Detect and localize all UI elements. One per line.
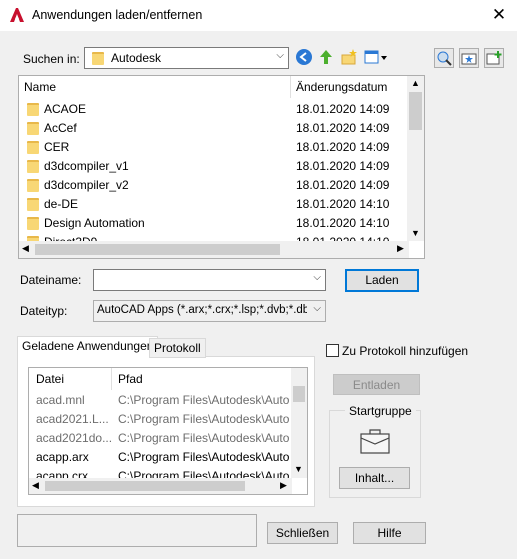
folder-icon (27, 160, 39, 173)
back-icon[interactable] (294, 48, 314, 68)
views-menu-icon[interactable] (363, 48, 389, 68)
file-date: 18.01.2020 14:10 (296, 197, 390, 211)
file-list-horizontal-scrollbar[interactable]: ◀ ▶ (19, 241, 409, 258)
load-button[interactable]: Laden (345, 269, 419, 292)
column-divider[interactable] (290, 76, 291, 98)
web-search-icon[interactable] (434, 48, 454, 68)
app-row[interactable]: acad2021do... C:\Program Files\Autodesk\A… (29, 429, 292, 448)
app-path: C:\Program Files\Autodesk\AutoCA... (118, 431, 290, 445)
lookin-label: Suchen in: (23, 52, 80, 66)
filename-label: Dateiname: (20, 273, 82, 287)
favorites-folder-icon[interactable] (459, 48, 479, 68)
lookin-value: Autodesk (111, 51, 162, 65)
app-file: acapp.arx (36, 450, 89, 464)
file-date: 18.01.2020 14:09 (296, 102, 390, 116)
scroll-thumb[interactable] (409, 92, 422, 130)
scroll-thumb[interactable] (35, 244, 280, 255)
add-to-favorites-icon[interactable] (484, 48, 504, 68)
filetype-label: Dateityp: (20, 304, 68, 318)
folder-icon (27, 122, 39, 135)
file-row[interactable]: Design Automation 18.01.2020 14:10 (19, 214, 409, 233)
file-date: 18.01.2020 14:10 (296, 216, 390, 230)
file-name: AcCef (44, 121, 77, 135)
log-checkbox-label[interactable]: Zu Protokoll hinzufügen (342, 344, 468, 358)
new-folder-icon[interactable] (339, 48, 359, 68)
briefcase-icon (360, 429, 390, 454)
up-folder-icon[interactable] (316, 48, 336, 68)
file-row[interactable]: de-DE 18.01.2020 14:10 (19, 195, 409, 214)
filetype-select[interactable]: AutoCAD Apps (*.arx;*.crx;*.lsp;*.dvb;*.… (93, 300, 326, 322)
column-header-date[interactable]: Änderungsdatum (296, 76, 387, 98)
app-row[interactable]: acad2021.L... C:\Program Files\Autodesk\A… (29, 410, 292, 429)
file-date: 18.01.2020 14:09 (296, 121, 390, 135)
file-name: ACAOE (44, 102, 87, 116)
file-row[interactable]: AcCef 18.01.2020 14:09 (19, 119, 409, 138)
scroll-right-icon[interactable]: ▶ (397, 243, 404, 254)
lookin-combo[interactable]: Autodesk ⌵ (84, 47, 289, 69)
file-row[interactable]: CER 18.01.2020 14:09 (19, 138, 409, 157)
file-row[interactable]: d3dcompiler_v1 18.01.2020 14:09 (19, 157, 409, 176)
scroll-thumb[interactable] (293, 386, 305, 402)
chevron-down-icon: ⌵ (276, 50, 284, 61)
chevron-down-icon: ⌵ (313, 303, 321, 314)
scroll-right-icon[interactable]: ▶ (280, 480, 287, 491)
column-divider[interactable] (111, 368, 112, 390)
close-button[interactable]: Schließen (267, 522, 338, 544)
filename-input[interactable]: ⌵ (93, 269, 326, 291)
status-field (17, 514, 257, 547)
column-header-name[interactable]: Name (24, 76, 56, 98)
tab-loaded-applications[interactable]: Geladene Anwendungen (17, 336, 159, 358)
close-icon[interactable]: ✕ (486, 3, 512, 27)
scroll-left-icon[interactable]: ◀ (22, 243, 29, 254)
app-row[interactable]: acad.mnl C:\Program Files\Autodesk\AutoCA… (29, 391, 292, 410)
folder-icon (92, 52, 104, 65)
contents-button[interactable]: Inhalt... (339, 467, 410, 489)
file-name: CER (44, 140, 70, 154)
column-header-path[interactable]: Pfad (118, 372, 143, 386)
file-list-vertical-scrollbar[interactable]: ▲ ▼ (407, 76, 424, 241)
scroll-down-icon[interactable]: ▼ (411, 228, 420, 238)
app-path: C:\Program Files\Autodesk\AutoCA... (118, 412, 290, 426)
file-date: 18.01.2020 14:09 (296, 140, 390, 154)
scroll-down-icon[interactable]: ▼ (294, 464, 303, 474)
file-list[interactable]: Name ⌃ Änderungsdatum ACAOE 18.01.2020 14… (18, 75, 425, 259)
file-name: d3dcompiler_v1 (44, 159, 129, 173)
app-file: acad2021do... (36, 431, 111, 445)
help-button[interactable]: Hilfe (353, 522, 426, 544)
folder-icon (27, 217, 39, 230)
file-name: d3dcompiler_v2 (44, 178, 129, 192)
file-date: 18.01.2020 14:09 (296, 159, 390, 173)
scroll-up-icon[interactable]: ▲ (411, 78, 420, 88)
folder-icon (27, 198, 39, 211)
file-name: de-DE (44, 197, 79, 211)
app-file: acad.mnl (36, 393, 85, 407)
file-date: 18.01.2020 14:09 (296, 178, 390, 192)
apps-vertical-scrollbar[interactable]: ▼ (291, 368, 307, 478)
loaded-apps-list[interactable]: Datei Pfad acad.mnl C:\Program Files\Auto… (28, 367, 308, 495)
autocad-logo-icon (10, 8, 24, 22)
apps-horizontal-scrollbar[interactable]: ◀ ▶ (29, 478, 292, 494)
scroll-thumb[interactable] (45, 481, 245, 491)
filetype-value: AutoCAD Apps (*.arx;*.crx;*.lsp;*.dvb;*.… (97, 304, 307, 316)
app-path: C:\Program Files\Autodesk\AutoCA... (118, 393, 290, 407)
folder-icon (27, 141, 39, 154)
log-checkbox[interactable] (326, 344, 339, 357)
window-title: Anwendungen laden/entfernen (32, 8, 203, 22)
startup-group-label: Startgruppe (345, 404, 416, 418)
unload-button[interactable]: Entladen (333, 374, 420, 395)
sort-up-icon: ⌃ (150, 75, 159, 83)
file-row[interactable]: ACAOE 18.01.2020 14:09 (19, 100, 409, 119)
app-path: C:\Program Files\Autodesk\AutoCA... (118, 450, 290, 464)
tab-log[interactable]: Protokoll (149, 338, 206, 358)
column-header-file[interactable]: Datei (36, 372, 64, 386)
chevron-down-icon[interactable]: ⌵ (313, 272, 321, 283)
scroll-left-icon[interactable]: ◀ (32, 480, 39, 491)
folder-icon (27, 103, 39, 116)
app-row[interactable]: acapp.arx C:\Program Files\Autodesk\AutoC… (29, 448, 292, 467)
file-name: Design Automation (44, 216, 145, 230)
app-file: acad2021.L... (36, 412, 109, 426)
folder-icon (27, 179, 39, 192)
file-row[interactable]: d3dcompiler_v2 18.01.2020 14:09 (19, 176, 409, 195)
